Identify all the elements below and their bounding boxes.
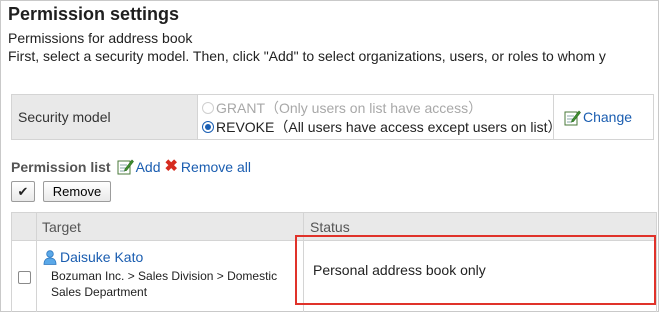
check-all-button[interactable]: ✔ xyxy=(11,181,35,202)
revoke-option[interactable]: REVOKE （All users have access except use… xyxy=(202,117,561,136)
target-cell: Daisuke Kato Bozuman Inc. > Sales Divisi… xyxy=(37,241,304,312)
change-cell: Change xyxy=(554,95,653,139)
add-action[interactable]: Add xyxy=(117,158,161,175)
table-row: Daisuke Kato Bozuman Inc. > Sales Divisi… xyxy=(12,235,656,312)
row-check-cell xyxy=(12,241,37,312)
header-check-cell xyxy=(12,213,37,240)
grant-radio xyxy=(202,101,214,114)
grant-description: （Only users on list have access） xyxy=(265,99,483,116)
remove-all-link[interactable]: Remove all xyxy=(181,159,251,175)
permission-table: Target Status Daisuke Kato Bozuman Inc. … xyxy=(11,212,657,312)
status-text: Personal address book only xyxy=(313,262,486,278)
pencil-icon xyxy=(564,110,581,125)
security-model-label: Security model xyxy=(12,95,198,139)
remove-button[interactable]: Remove xyxy=(43,181,111,202)
row-checkbox[interactable] xyxy=(17,270,31,284)
column-header-target: Target xyxy=(37,213,304,240)
user-line: Daisuke Kato xyxy=(43,249,303,265)
permission-list-title: Permission list xyxy=(11,158,111,175)
page-title: Permission settings xyxy=(8,4,180,24)
status-cell: Personal address book only xyxy=(295,235,656,312)
revoke-description: （All users have access except users on l… xyxy=(274,118,562,135)
page-subtitle: Permissions for address book xyxy=(8,30,193,46)
security-model-table: Security model GRANT （Only users on list… xyxy=(11,94,654,140)
grant-label: GRANT xyxy=(216,99,265,116)
status-highlight-box: Personal address book only xyxy=(295,235,656,305)
x-icon: ✖ xyxy=(164,157,178,175)
change-link[interactable]: Change xyxy=(583,109,632,125)
organization-path: Bozuman Inc. > Sales Division > Domestic… xyxy=(51,269,278,299)
revoke-label: REVOKE xyxy=(216,118,275,135)
pencil-icon xyxy=(117,159,134,175)
revoke-radio[interactable] xyxy=(202,120,214,133)
instruction-text: First, select a security model. Then, cl… xyxy=(8,48,606,64)
grant-option: GRANT （Only users on list have access） xyxy=(202,98,553,117)
remove-all-action[interactable]: ✖ Remove all xyxy=(164,157,251,175)
security-model-options: GRANT （Only users on list have access） R… xyxy=(198,95,561,139)
user-icon xyxy=(43,249,57,265)
user-name-link[interactable]: Daisuke Kato xyxy=(60,249,143,265)
add-link[interactable]: Add xyxy=(136,159,161,175)
permission-list-header: Permission list Add ✖ Remove all xyxy=(11,158,255,175)
